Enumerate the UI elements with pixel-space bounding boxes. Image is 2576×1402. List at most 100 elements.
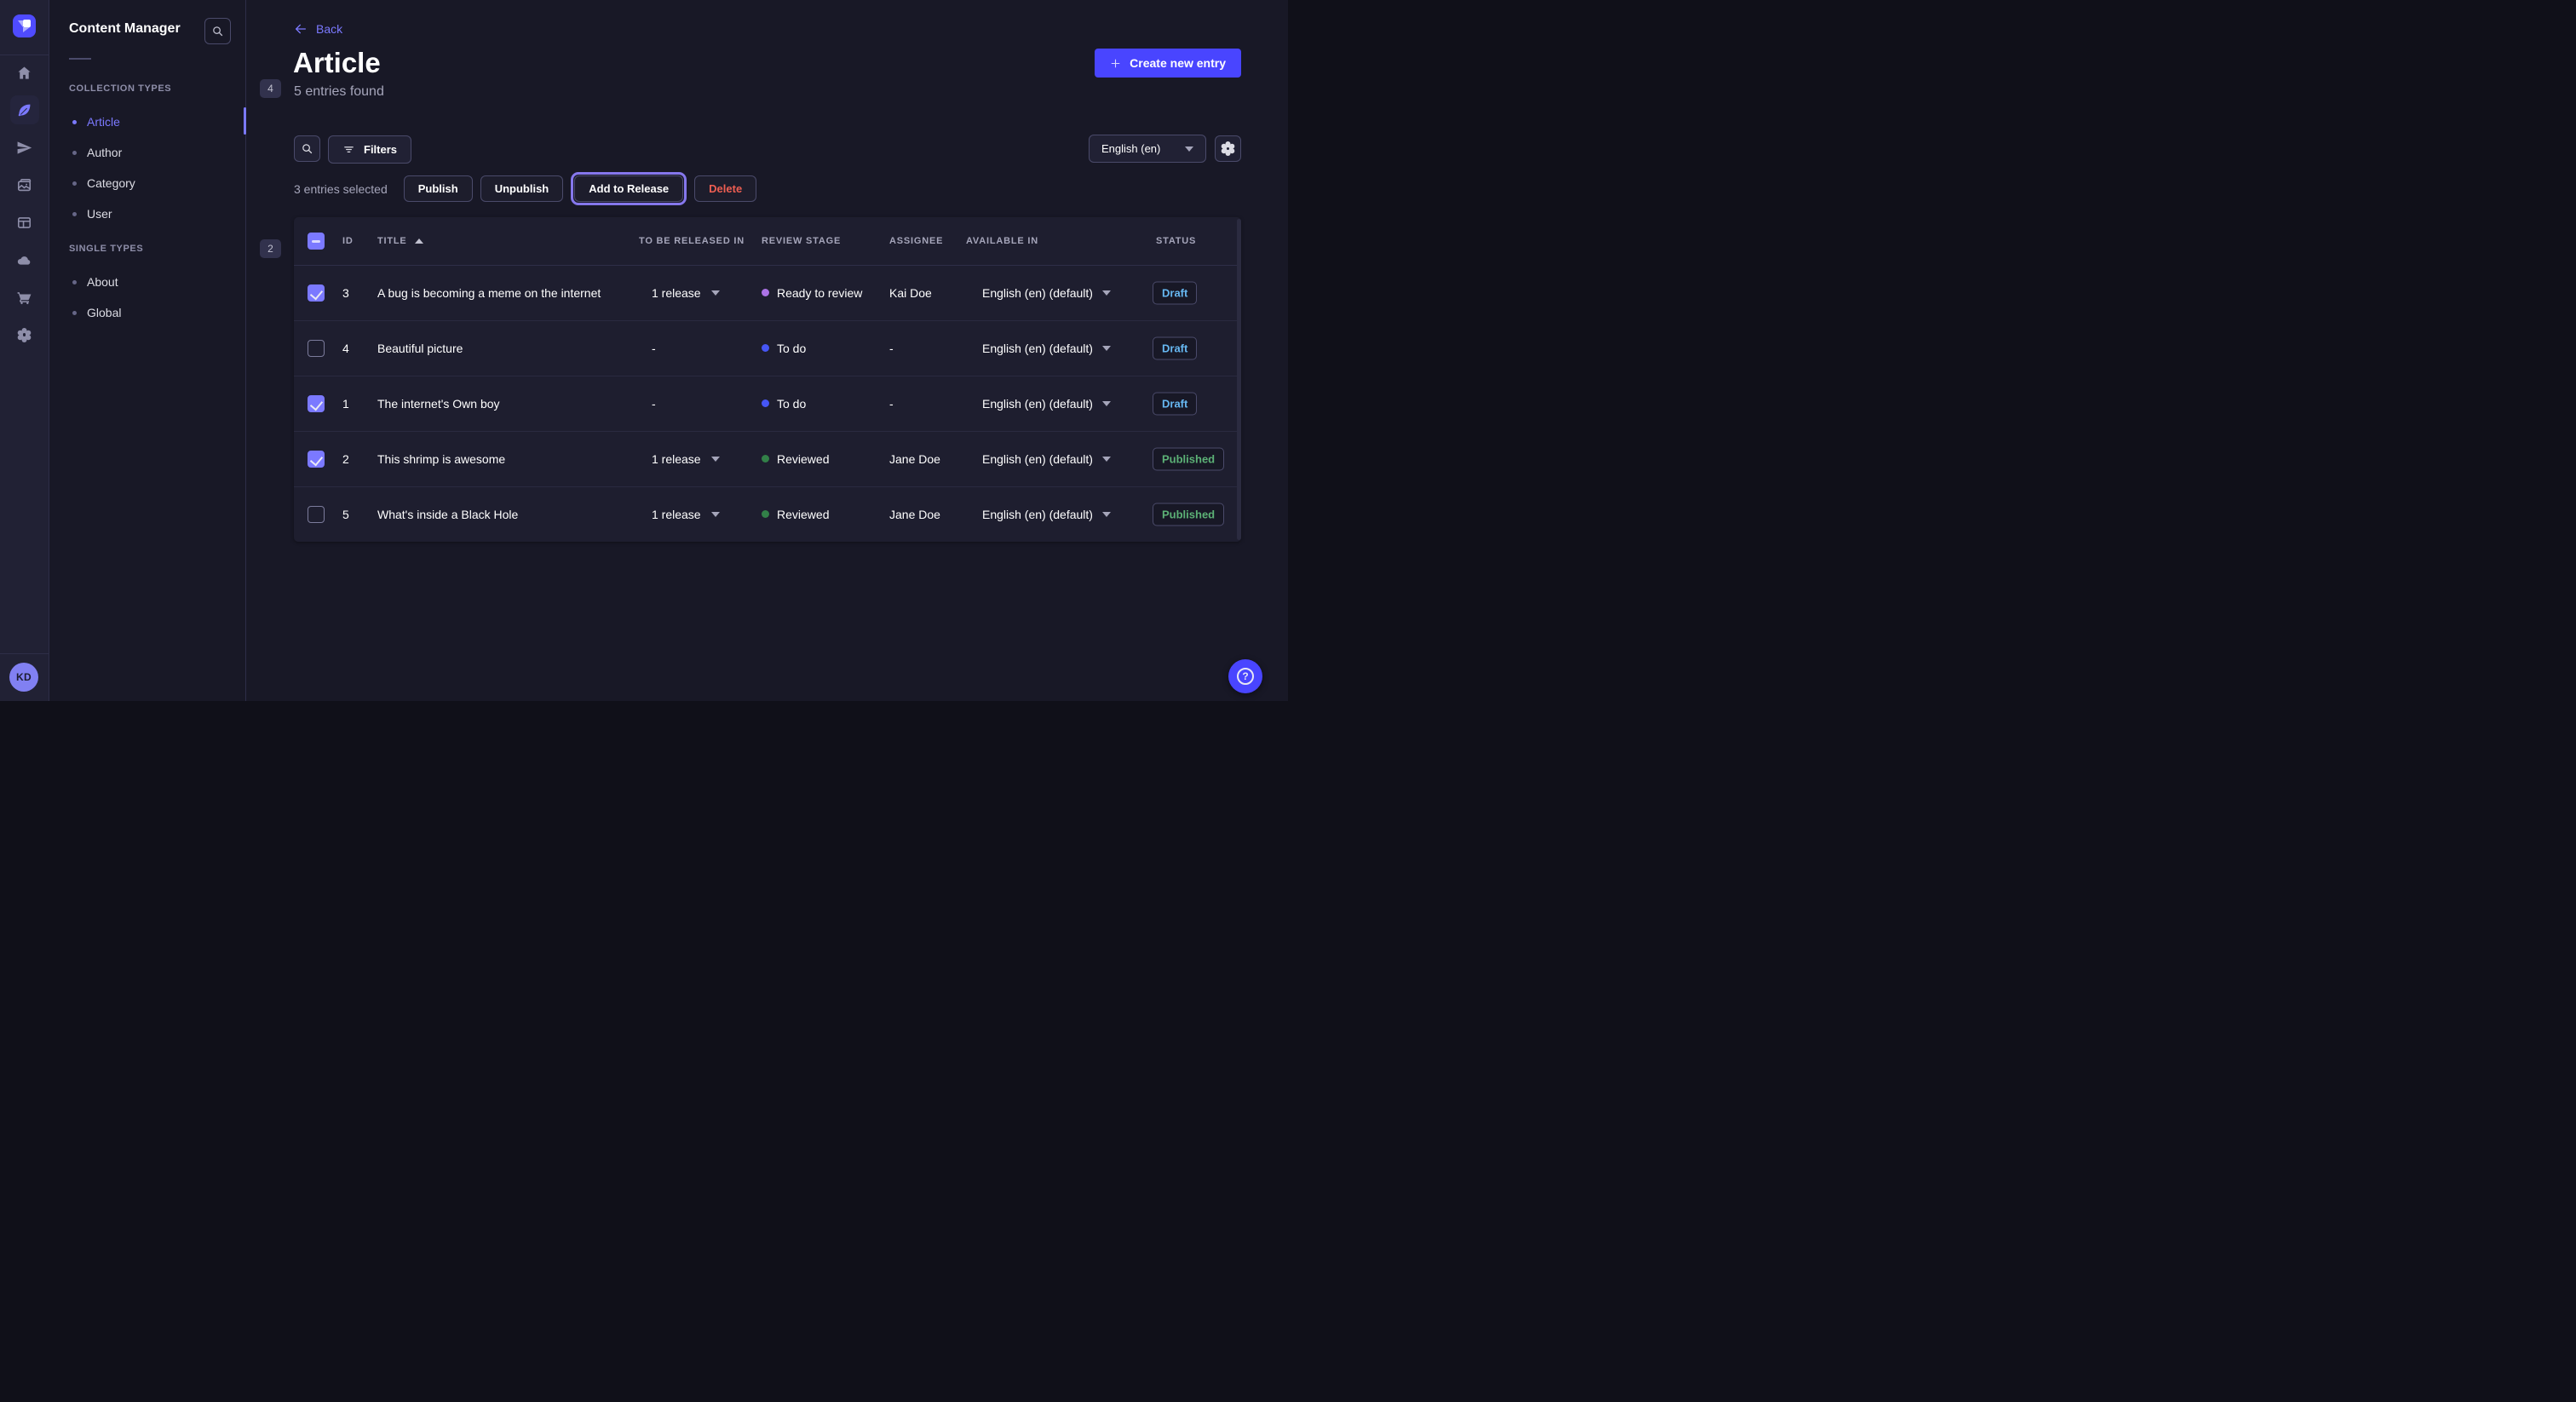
cell-title: A bug is becoming a meme on the internet xyxy=(377,286,601,300)
table-row[interactable]: 3 A bug is becoming a meme on the intern… xyxy=(294,265,1241,320)
sidebar-item-article[interactable]: Article xyxy=(69,109,231,135)
cell-id: 2 xyxy=(342,452,349,466)
view-settings-button[interactable] xyxy=(1215,135,1241,162)
table-row[interactable]: 2 This shrimp is awesome 1 release Revie… xyxy=(294,431,1241,486)
create-button-label: Create new entry xyxy=(1130,56,1226,70)
subnav-search-button[interactable] xyxy=(204,18,231,44)
chevron-down-icon xyxy=(711,512,720,517)
sidebar-item-label: Global xyxy=(87,306,121,319)
cell-title: What's inside a Black Hole xyxy=(377,508,518,521)
stage-dot xyxy=(762,399,769,407)
single-types-label: SINGLE TYPES xyxy=(69,244,143,254)
delete-button[interactable]: Delete xyxy=(694,175,756,202)
sidebar-item-label: About xyxy=(87,275,118,289)
content-manager-subnav: Content Manager COLLECTION TYPES 4 Artic… xyxy=(49,0,246,701)
content-manager-icon[interactable] xyxy=(10,95,39,124)
sidebar-item-user[interactable]: User xyxy=(69,201,231,227)
releases-icon[interactable] xyxy=(10,133,39,162)
filters-button[interactable]: Filters xyxy=(328,135,411,164)
stage-dot xyxy=(762,344,769,352)
chevron-down-icon xyxy=(711,290,720,296)
cell-released: - xyxy=(652,342,656,355)
strapi-logo-icon[interactable] xyxy=(13,14,36,37)
table-row[interactable]: 1 The internet's Own boy - To do - Engli… xyxy=(294,376,1241,431)
chevron-down-icon xyxy=(1102,346,1111,351)
filter-icon xyxy=(342,143,355,156)
row-checkbox[interactable] xyxy=(308,395,325,412)
main-nav-rail: KD xyxy=(0,0,49,701)
help-button[interactable]: ? xyxy=(1228,659,1262,693)
table-row[interactable]: 5 What's inside a Black Hole 1 release R… xyxy=(294,486,1241,542)
cell-available-in[interactable]: English (en) (default) xyxy=(982,508,1111,521)
deploy-cloud-icon[interactable] xyxy=(10,245,39,274)
cell-id: 3 xyxy=(342,286,349,300)
chevron-down-icon xyxy=(1102,290,1111,296)
status-badge: Draft xyxy=(1153,281,1197,304)
cell-released[interactable]: 1 release xyxy=(652,508,720,521)
cell-review-stage: Reviewed xyxy=(762,508,829,521)
cell-released: - xyxy=(652,397,656,411)
strapi-admin-app: KD Content Manager COLLECTION TYPES 4 Ar… xyxy=(0,0,1288,701)
stage-dot xyxy=(762,455,769,463)
arrow-left-icon xyxy=(294,22,308,36)
table-row[interactable]: 4 Beautiful picture - To do - English (e… xyxy=(294,320,1241,376)
cell-title: The internet's Own boy xyxy=(377,397,500,411)
home-icon[interactable] xyxy=(10,58,39,87)
chevron-down-icon xyxy=(711,457,720,462)
marketplace-cart-icon[interactable] xyxy=(10,283,39,312)
row-checkbox[interactable] xyxy=(308,340,325,357)
main-content: Back Article 5 entries found Create new … xyxy=(245,0,1288,701)
col-header-id[interactable]: ID xyxy=(342,236,354,246)
cell-id: 4 xyxy=(342,342,349,355)
sidebar-item-category[interactable]: Category xyxy=(69,170,231,196)
create-new-entry-button[interactable]: Create new entry xyxy=(1095,49,1241,78)
cell-available-in[interactable]: English (en) (default) xyxy=(982,286,1111,300)
col-header-available: AVAILABLE IN xyxy=(966,236,1038,246)
row-checkbox[interactable] xyxy=(308,284,325,302)
cell-released[interactable]: 1 release xyxy=(652,286,720,300)
sidebar-item-label: Author xyxy=(87,146,122,159)
selection-count: 3 entries selected xyxy=(294,182,388,196)
unpublish-button[interactable]: Unpublish xyxy=(480,175,564,202)
add-to-release-button[interactable]: Add to Release xyxy=(574,175,683,202)
search-button[interactable] xyxy=(294,135,320,162)
focus-ring: Add to Release xyxy=(571,172,687,205)
publish-button[interactable]: Publish xyxy=(404,175,473,202)
collection-types-label: COLLECTION TYPES xyxy=(69,83,171,94)
question-mark-icon: ? xyxy=(1237,668,1254,685)
user-avatar[interactable]: KD xyxy=(9,663,38,692)
col-header-title[interactable]: TITLE xyxy=(377,236,423,246)
sidebar-item-label: Article xyxy=(87,115,120,129)
bullet-icon xyxy=(72,280,77,284)
row-checkbox[interactable] xyxy=(308,451,325,468)
cell-review-stage: To do xyxy=(762,397,806,411)
media-library-icon[interactable] xyxy=(10,170,39,199)
row-checkbox[interactable] xyxy=(308,506,325,523)
col-header-assignee: ASSIGNEE xyxy=(889,236,943,246)
cell-available-in[interactable]: English (en) (default) xyxy=(982,342,1111,355)
cell-title: Beautiful picture xyxy=(377,342,463,355)
bullet-icon xyxy=(72,120,77,124)
divider xyxy=(69,58,91,60)
select-all-checkbox[interactable] xyxy=(308,233,325,250)
gear-glyph xyxy=(20,331,28,339)
cell-review-stage: To do xyxy=(762,342,806,355)
content-type-builder-icon[interactable] xyxy=(10,208,39,237)
sidebar-item-about[interactable]: About xyxy=(69,269,231,295)
sidebar-item-author[interactable]: Author xyxy=(69,140,231,165)
cell-assignee: Jane Doe xyxy=(889,508,940,521)
cell-available-in[interactable]: English (en) (default) xyxy=(982,397,1111,411)
chevron-down-icon xyxy=(1102,512,1111,517)
back-link[interactable]: Back xyxy=(294,22,342,36)
table-header: ID TITLE TO BE RELEASED IN REVIEW STAGE … xyxy=(294,217,1241,266)
settings-gear-icon[interactable] xyxy=(10,320,39,349)
cell-released[interactable]: 1 release xyxy=(652,452,720,466)
sort-ascending-icon xyxy=(415,238,423,244)
back-label: Back xyxy=(316,22,342,36)
stage-dot xyxy=(762,510,769,518)
cell-review-stage: Reviewed xyxy=(762,452,829,466)
locale-select[interactable]: English (en) xyxy=(1089,135,1206,163)
sidebar-item-global[interactable]: Global xyxy=(69,300,231,325)
subnav-title: Content Manager xyxy=(69,21,181,37)
cell-available-in[interactable]: English (en) (default) xyxy=(982,452,1111,466)
